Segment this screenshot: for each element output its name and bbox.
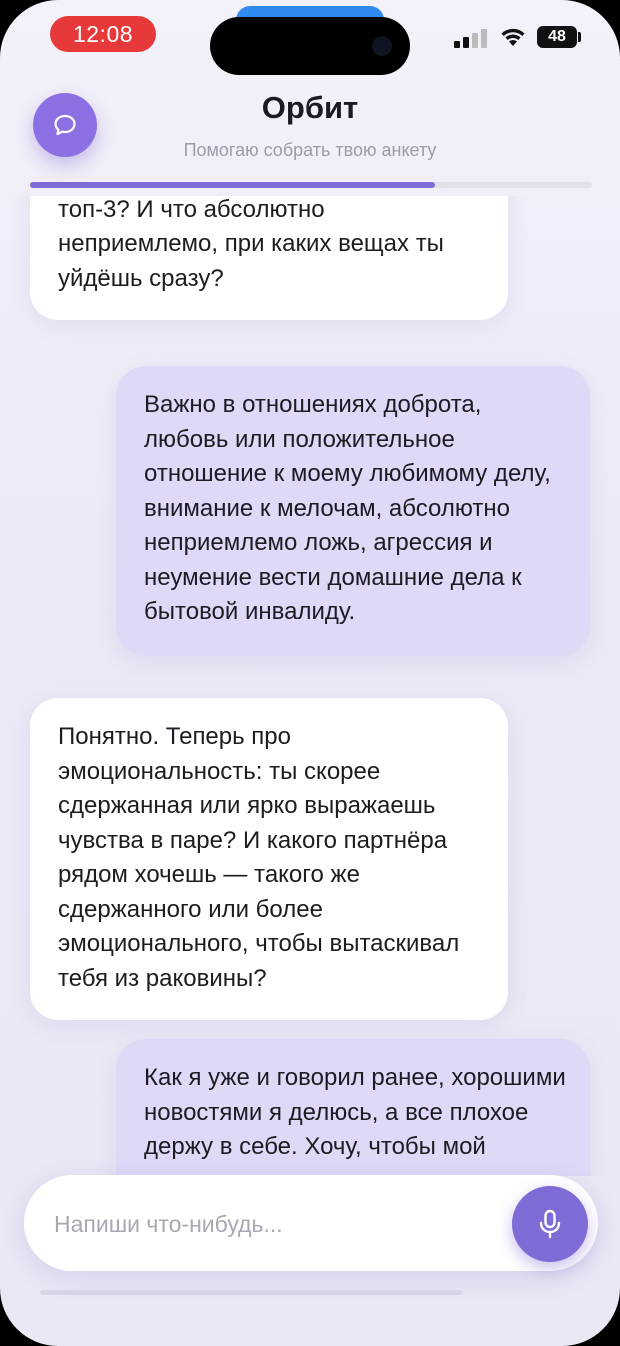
page-title: Орбит: [261, 90, 359, 125]
battery-tip: [578, 32, 581, 42]
progress-bar: [30, 182, 592, 188]
user-message: Важно в отношениях доброта, любовь или п…: [116, 366, 590, 656]
message-input[interactable]: [52, 1199, 496, 1249]
assistant-message: критично важно в отношениях — топ-3? И ч…: [30, 196, 508, 320]
chat-messages[interactable]: критично важно в отношениях — топ-3? И ч…: [0, 196, 620, 1176]
status-time[interactable]: 12:08: [50, 16, 156, 52]
progress-fill: [30, 182, 435, 188]
phone-screen: 12:08 48 Орбит Помогаю собрать твою анке…: [0, 0, 620, 1346]
voice-input-button[interactable]: [512, 1186, 588, 1262]
signal-icon: [454, 28, 488, 48]
battery-icon: 48: [537, 26, 577, 48]
message-composer: [24, 1175, 598, 1271]
microphone-icon: [539, 1209, 561, 1239]
wifi-icon: [501, 28, 525, 46]
assistant-message: Понятно. Теперь про эмоциональность: ты …: [30, 698, 508, 1020]
dynamic-island: [210, 17, 410, 75]
home-indicator: [40, 1290, 462, 1295]
user-message: Как я уже и говорил ранее, хорошими ново…: [116, 1039, 590, 1176]
page-subtitle: Помогаю собрать твою анкету: [183, 140, 437, 160]
